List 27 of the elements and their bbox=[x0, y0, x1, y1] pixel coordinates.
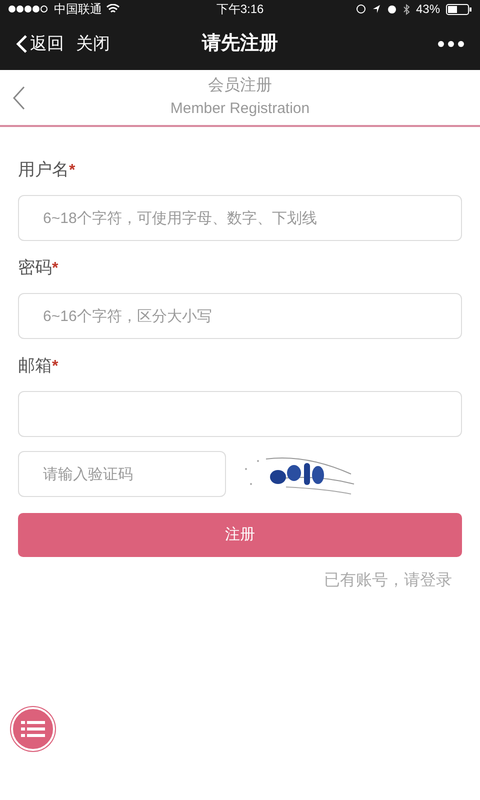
menu-icon[interactable] bbox=[11, 707, 55, 751]
captcha-field[interactable]: 请输入验证码 bbox=[18, 451, 226, 497]
input-field[interactable]: 6~16个字符，区分大小写 bbox=[18, 293, 462, 339]
input-field[interactable]: 6~18个字符，可使用字母、数字、下划线 bbox=[18, 195, 462, 241]
header-subtitle: Member Registration bbox=[170, 99, 310, 120]
bluetooth-icon bbox=[402, 4, 410, 14]
wifi-icon bbox=[106, 4, 120, 14]
field-label: 邮箱 bbox=[18, 355, 52, 377]
location-icon bbox=[372, 4, 381, 14]
more-icon[interactable] bbox=[438, 40, 464, 48]
back-icon[interactable] bbox=[12, 84, 26, 110]
required-mark: * bbox=[69, 161, 76, 181]
required-mark: * bbox=[52, 357, 58, 377]
required-mark: * bbox=[52, 259, 58, 279]
status-time: 下午3:16 bbox=[215, 1, 265, 18]
carrier-name: 中国联通 bbox=[54, 1, 102, 18]
chevron-left-icon bbox=[16, 34, 28, 54]
page-title: 请先注册 bbox=[202, 32, 278, 56]
field-label: 密码 bbox=[18, 257, 52, 279]
battery-percent: 43% bbox=[416, 1, 440, 18]
signal-icon bbox=[8, 5, 50, 13]
input-field[interactable] bbox=[18, 391, 462, 437]
back-button[interactable]: 返回 bbox=[16, 31, 64, 57]
battery-icon bbox=[446, 4, 472, 14]
field-label: 用户名 bbox=[18, 159, 69, 181]
header-title: 会员注册 bbox=[208, 76, 272, 96]
close-button[interactable]: 关闭 bbox=[76, 31, 110, 57]
